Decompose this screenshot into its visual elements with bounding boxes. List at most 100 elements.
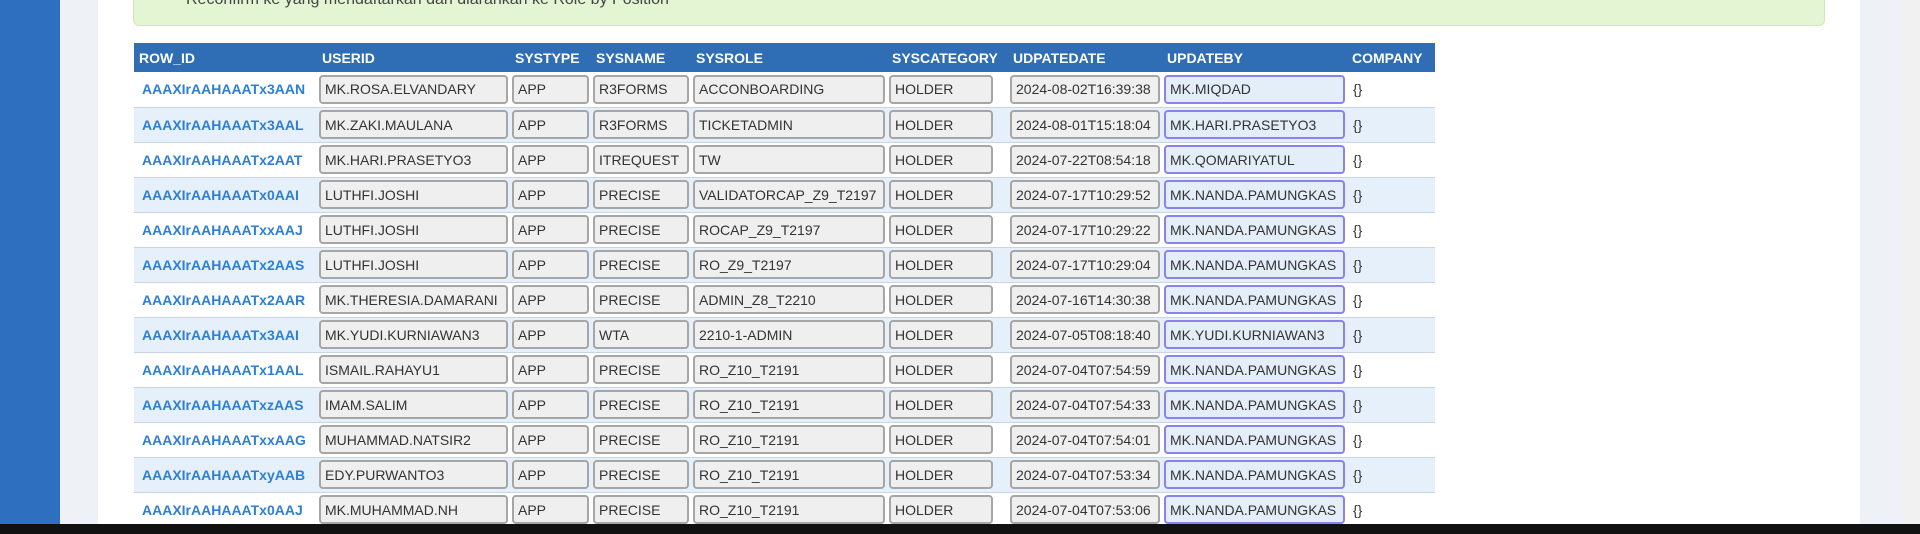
sysrole-field[interactable]: ADMIN_Z8_T2210 [693, 285, 885, 314]
systype-field[interactable]: APP [512, 425, 589, 454]
syscategory-field[interactable]: HOLDER [889, 460, 993, 489]
userid-field[interactable]: EDY.PURWANTO3 [319, 460, 508, 489]
sysname-field[interactable]: PRECISE [593, 355, 689, 384]
row-id-link[interactable]: AAAXIrAAHAAATxxAAG [136, 432, 315, 448]
updatedate-field[interactable]: 2024-07-04T07:54:33 [1010, 390, 1160, 419]
row-id-link[interactable]: AAAXIrAAHAAATxyAAB [136, 467, 315, 483]
col-header-company[interactable]: COMPANY [1347, 43, 1435, 72]
updatedate-field[interactable]: 2024-08-01T15:18:04 [1010, 110, 1160, 139]
sysname-field[interactable]: PRECISE [593, 250, 689, 279]
sysname-field[interactable]: PRECISE [593, 460, 689, 489]
updateby-field[interactable]: MK.YUDI.KURNIAWAN3 [1164, 320, 1345, 349]
updateby-field[interactable]: MK.QOMARIYATUL [1164, 145, 1345, 174]
userid-field[interactable]: IMAM.SALIM [319, 390, 508, 419]
syscategory-field[interactable]: HOLDER [889, 145, 993, 174]
row-id-link[interactable]: AAAXIrAAHAAATx2AAR [136, 292, 315, 308]
updatedate-field[interactable]: 2024-07-17T10:29:04 [1010, 250, 1160, 279]
updatedate-field[interactable]: 2024-07-04T07:53:34 [1010, 460, 1160, 489]
sysname-field[interactable]: PRECISE [593, 180, 689, 209]
sysrole-field[interactable]: TICKETADMIN [693, 110, 885, 139]
col-header-sysname[interactable]: SYSNAME [591, 43, 691, 72]
systype-field[interactable]: APP [512, 460, 589, 489]
sysrole-field[interactable]: RO_Z10_T2191 [693, 425, 885, 454]
systype-field[interactable]: APP [512, 74, 589, 104]
row-id-link[interactable]: AAAXIrAAHAAATx3AAI [136, 327, 315, 343]
col-header-userid[interactable]: USERID [317, 43, 510, 72]
sysname-field[interactable]: PRECISE [593, 390, 689, 419]
sysname-field[interactable]: ITREQUEST [593, 145, 689, 174]
updatedate-field[interactable]: 2024-07-04T07:53:06 [1010, 495, 1160, 524]
systype-field[interactable]: APP [512, 250, 589, 279]
col-header-sysrole[interactable]: SYSROLE [691, 43, 887, 72]
systype-field[interactable]: APP [512, 355, 589, 384]
sysrole-field[interactable]: RO_Z10_T2191 [693, 355, 885, 384]
updateby-field[interactable]: MK.NANDA.PAMUNGKAS [1164, 285, 1345, 314]
row-id-link[interactable]: AAAXIrAAHAAATx2AAS [136, 257, 315, 273]
sysrole-field[interactable]: RO_Z10_T2191 [693, 390, 885, 419]
updateby-field[interactable]: MK.NANDA.PAMUNGKAS [1164, 215, 1345, 244]
syscategory-field[interactable]: HOLDER [889, 425, 993, 454]
sysname-field[interactable]: PRECISE [593, 285, 689, 314]
updatedate-field[interactable]: 2024-08-02T16:39:38 [1010, 74, 1160, 104]
systype-field[interactable]: APP [512, 180, 589, 209]
sysrole-field[interactable]: RO_Z10_T2191 [693, 495, 885, 524]
updateby-field[interactable]: MK.NANDA.PAMUNGKAS [1164, 495, 1345, 524]
sysname-field[interactable]: R3FORMS [593, 110, 689, 139]
sysrole-field[interactable]: RO_Z9_T2197 [693, 250, 885, 279]
userid-field[interactable]: LUTHFI.JOSHI [319, 180, 508, 209]
syscategory-field[interactable]: HOLDER [889, 390, 993, 419]
userid-field[interactable]: MK.MUHAMMAD.NH [319, 495, 508, 524]
sysrole-field[interactable]: 2210-1-ADMIN [693, 320, 885, 349]
col-header-syscategory[interactable]: SYSCATEGORY [887, 43, 1008, 72]
row-id-link[interactable]: AAAXIrAAHAAATx0AAI [136, 187, 315, 203]
syscategory-field[interactable]: HOLDER [889, 320, 993, 349]
sysname-field[interactable]: PRECISE [593, 425, 689, 454]
systype-field[interactable]: APP [512, 285, 589, 314]
userid-field[interactable]: MK.ZAKI.MAULANA [319, 110, 508, 139]
systype-field[interactable]: APP [512, 320, 589, 349]
updatedate-field[interactable]: 2024-07-22T08:54:18 [1010, 145, 1160, 174]
updatedate-field[interactable]: 2024-07-17T10:29:52 [1010, 180, 1160, 209]
syscategory-field[interactable]: HOLDER [889, 250, 993, 279]
userid-field[interactable]: MUHAMMAD.NATSIR2 [319, 425, 508, 454]
systype-field[interactable]: APP [512, 495, 589, 524]
col-header-row-id[interactable]: ROW_ID [134, 43, 317, 72]
updatedate-field[interactable]: 2024-07-05T08:18:40 [1010, 320, 1160, 349]
syscategory-field[interactable]: HOLDER [889, 495, 993, 524]
updatedate-field[interactable]: 2024-07-17T10:29:22 [1010, 215, 1160, 244]
updateby-field[interactable]: MK.NANDA.PAMUNGKAS [1164, 180, 1345, 209]
col-header-systype[interactable]: SYSTYPE [510, 43, 591, 72]
updateby-field[interactable]: MK.NANDA.PAMUNGKAS [1164, 355, 1345, 384]
row-id-link[interactable]: AAAXIrAAHAAATx3AAL [136, 117, 315, 133]
row-id-link[interactable]: AAAXIrAAHAAATxzAAS [136, 397, 315, 413]
sysname-field[interactable]: R3FORMS [593, 74, 689, 104]
syscategory-field[interactable]: HOLDER [889, 180, 993, 209]
syscategory-field[interactable]: HOLDER [889, 285, 993, 314]
updateby-field[interactable]: MK.HARI.PRASETYO3 [1164, 110, 1345, 139]
syscategory-field[interactable]: HOLDER [889, 74, 993, 104]
updateby-field[interactable]: MK.NANDA.PAMUNGKAS [1164, 460, 1345, 489]
vertical-scrollbar[interactable] [1902, 0, 1920, 524]
sysrole-field[interactable]: RO_Z10_T2191 [693, 460, 885, 489]
systype-field[interactable]: APP [512, 110, 589, 139]
sysrole-field[interactable]: VALIDATORCAP_Z9_T2197 [693, 180, 885, 209]
updatedate-field[interactable]: 2024-07-04T07:54:01 [1010, 425, 1160, 454]
col-header-udpatedate[interactable]: UDPATEDATE [1008, 43, 1162, 72]
syscategory-field[interactable]: HOLDER [889, 110, 993, 139]
col-header-updateby[interactable]: UPDATEBY [1162, 43, 1347, 72]
row-id-link[interactable]: AAAXIrAAHAAATx2AAT [136, 152, 315, 168]
sysrole-field[interactable]: ROCAP_Z9_T2197 [693, 215, 885, 244]
userid-field[interactable]: MK.ROSA.ELVANDARY [319, 74, 508, 104]
systype-field[interactable]: APP [512, 145, 589, 174]
row-id-link[interactable]: AAAXIrAAHAAATxxAAJ [136, 222, 315, 238]
updatedate-field[interactable]: 2024-07-04T07:54:59 [1010, 355, 1160, 384]
sysname-field[interactable]: PRECISE [593, 495, 689, 524]
updateby-field[interactable]: MK.NANDA.PAMUNGKAS [1164, 250, 1345, 279]
userid-field[interactable]: MK.YUDI.KURNIAWAN3 [319, 320, 508, 349]
updateby-field[interactable]: MK.NANDA.PAMUNGKAS [1164, 425, 1345, 454]
sysname-field[interactable]: PRECISE [593, 215, 689, 244]
row-id-link[interactable]: AAAXIrAAHAAATx1AAL [136, 362, 315, 378]
row-id-link[interactable]: AAAXIrAAHAAATx3AAN [136, 81, 315, 97]
syscategory-field[interactable]: HOLDER [889, 215, 993, 244]
userid-field[interactable]: LUTHFI.JOSHI [319, 215, 508, 244]
